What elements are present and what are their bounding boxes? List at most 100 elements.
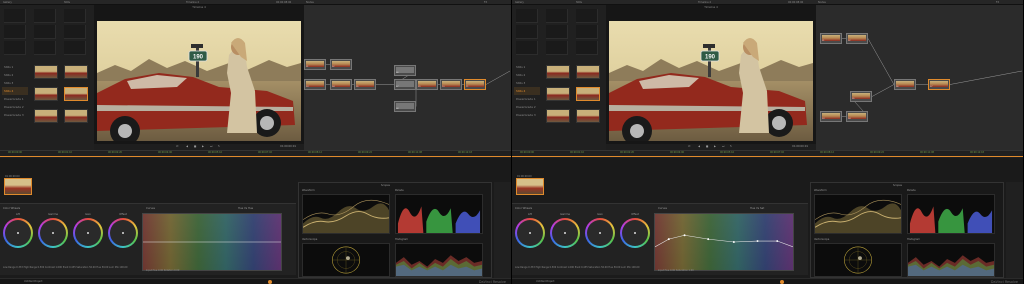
grade-node[interactable]: 05	[354, 79, 376, 90]
grade-node[interactable]: 09	[416, 79, 438, 90]
album-item[interactable]: Stills 2	[2, 71, 28, 79]
album-item[interactable]: Stills 2	[514, 71, 540, 79]
grade-node[interactable]: 06	[394, 65, 416, 76]
wheel-puck[interactable]	[122, 232, 124, 234]
wheel-label: Gain	[597, 213, 603, 216]
color-page-icon[interactable]	[268, 280, 272, 284]
viewer-image[interactable]: 190	[97, 21, 301, 141]
gallery-still[interactable]	[576, 65, 600, 79]
vectorscope[interactable]	[814, 243, 902, 277]
gallery-still[interactable]	[546, 109, 570, 123]
node-editor[interactable]: 01 02 03 04 05 06 07 08 09 10 11	[304, 5, 511, 150]
still-slot[interactable]	[4, 9, 26, 23]
still-slot[interactable]	[546, 41, 568, 55]
grade-node[interactable]: 04	[846, 111, 868, 122]
wheel-puck[interactable]	[52, 232, 54, 234]
album-item[interactable]: Stills 1	[2, 63, 28, 71]
grade-node[interactable]: 03	[820, 111, 842, 122]
curves-mode[interactable]: Hue Vs Sat	[750, 207, 764, 210]
gallery-still[interactable]	[34, 109, 58, 123]
curves-graph[interactable]	[654, 213, 794, 271]
wheel-puck[interactable]	[529, 232, 531, 234]
curves-mode[interactable]: Hue Vs Hue	[238, 207, 253, 210]
album-item[interactable]: PowerGrade 2	[2, 103, 28, 111]
mini-timeline[interactable]: 00:00:00:00 00:00:01:10 00:00:02:20 00:00:0…	[0, 150, 511, 158]
curve-control-point	[756, 240, 759, 242]
wheel-puck[interactable]	[634, 232, 636, 234]
grade-node[interactable]: 03	[304, 79, 326, 90]
album-item[interactable]: PowerGrade 1	[514, 95, 540, 103]
still-slot[interactable]	[4, 41, 26, 55]
waveform-scope[interactable]	[302, 194, 390, 234]
album-item[interactable]: PowerGrade 3	[2, 111, 28, 119]
gallery-still[interactable]	[64, 109, 88, 123]
gallery-still[interactable]	[546, 87, 570, 101]
clip-thumbnail[interactable]	[516, 178, 544, 195]
grade-node[interactable]: 07	[394, 79, 416, 90]
clip-thumbnail[interactable]	[4, 178, 32, 195]
still-slot[interactable]	[576, 9, 598, 23]
still-slot[interactable]	[516, 9, 538, 23]
still-slot[interactable]	[516, 25, 538, 39]
album-item-selected[interactable]: Stills 4	[514, 87, 540, 95]
grade-node[interactable]: 04	[330, 79, 352, 90]
grade-node[interactable]: 06	[894, 79, 916, 90]
timeline-track	[0, 156, 511, 157]
still-slot[interactable]	[576, 41, 598, 55]
wheel-puck[interactable]	[564, 232, 566, 234]
parade-scope[interactable]	[395, 194, 483, 234]
still-slot[interactable]	[34, 41, 56, 55]
grade-node[interactable]: 10	[440, 79, 462, 90]
album-item-selected[interactable]: Stills 4	[2, 87, 28, 95]
album-item[interactable]: PowerGrade 1	[2, 95, 28, 103]
wheel-puck[interactable]	[599, 232, 601, 234]
album-item[interactable]: Stills 3	[514, 79, 540, 87]
album-item[interactable]: Stills 3	[2, 79, 28, 87]
node-label: 03	[822, 118, 825, 120]
histogram-scope[interactable]	[395, 243, 483, 277]
grade-node[interactable]: 02	[846, 33, 868, 44]
still-slot[interactable]	[546, 25, 568, 39]
gallery-still[interactable]	[34, 87, 58, 101]
curves-graph[interactable]	[142, 213, 282, 271]
gallery-still[interactable]	[546, 65, 570, 79]
still-slot[interactable]	[516, 41, 538, 55]
grade-node[interactable]: 05	[850, 91, 872, 102]
wheel-label: Gamma	[560, 213, 570, 216]
still-slot[interactable]	[546, 9, 568, 23]
still-slot[interactable]	[64, 25, 86, 39]
album-item[interactable]: PowerGrade 2	[514, 103, 540, 111]
wheel-puck[interactable]	[17, 232, 19, 234]
timeline-mark: 00:00:04:06	[158, 151, 173, 154]
wheel-puck[interactable]	[87, 232, 89, 234]
gallery-still-selected[interactable]	[64, 87, 88, 101]
grade-node[interactable]: 07	[928, 79, 950, 90]
still-slot[interactable]	[64, 41, 86, 55]
color-page-icon[interactable]	[780, 280, 784, 284]
waveform-scope[interactable]	[814, 194, 902, 234]
viewer-image[interactable]: 190	[609, 21, 813, 141]
vectorscope[interactable]	[302, 243, 390, 277]
node-label: 06	[396, 72, 399, 74]
grade-node[interactable]: 01	[820, 33, 842, 44]
grade-node[interactable]: 02	[330, 59, 352, 70]
still-slot[interactable]	[576, 25, 598, 39]
grade-node[interactable]: 01	[304, 59, 326, 70]
parade-scope[interactable]	[907, 194, 995, 234]
still-slot[interactable]	[4, 25, 26, 39]
gallery-still[interactable]	[64, 65, 88, 79]
gallery-still[interactable]	[34, 65, 58, 79]
gallery-still-selected[interactable]	[576, 87, 600, 101]
album-item[interactable]: Stills 1	[514, 63, 540, 71]
still-slot[interactable]	[34, 25, 56, 39]
histogram-scope[interactable]	[907, 243, 995, 277]
grade-node[interactable]: 08	[394, 101, 416, 112]
grade-node[interactable]: 11	[464, 79, 486, 90]
gallery-still[interactable]	[576, 109, 600, 123]
curve-control-point	[776, 240, 779, 242]
album-item[interactable]: PowerGrade 3	[514, 111, 540, 119]
mini-timeline[interactable]: 00:00:00:00 00:00:01:10 00:00:02:20 00:00:0…	[512, 150, 1023, 158]
node-editor[interactable]: 01 02 03 04 05 06 07	[816, 5, 1023, 150]
still-slot[interactable]	[64, 9, 86, 23]
still-slot[interactable]	[34, 9, 56, 23]
